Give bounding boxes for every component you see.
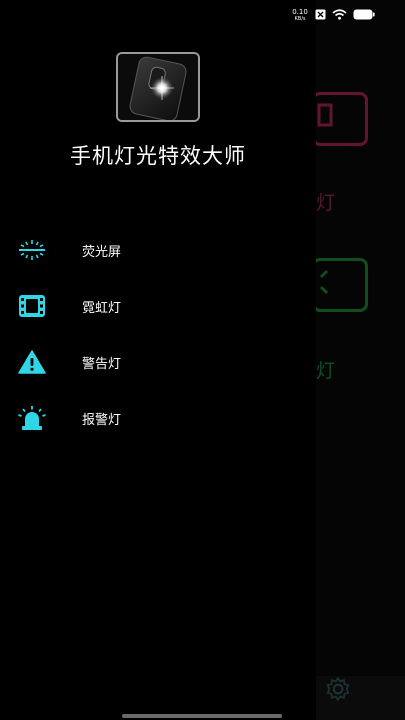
menu-label-glow-screen: 荧光屏	[82, 244, 122, 260]
home-indicator[interactable]	[122, 714, 282, 718]
battery-icon	[353, 5, 375, 24]
warning-icon	[17, 349, 47, 375]
film-icon	[17, 293, 47, 319]
net-speed: 0.10 KB/s	[291, 8, 309, 22]
status-bar: 0.10 KB/s	[0, 0, 405, 26]
menu-label-alarm-light: 报警灯	[82, 412, 122, 428]
menu-item-alarm-light[interactable]: 报警灯	[0, 390, 316, 446]
menu-item-neon-light[interactable]: 霓虹灯	[0, 278, 316, 334]
menu-item-warning-light[interactable]: 警告灯	[0, 334, 316, 390]
app-title: 手机灯光特效大师	[70, 144, 246, 168]
net-speed-unit: KB/s	[294, 15, 306, 22]
menu-label-warning-light: 警告灯	[82, 356, 122, 372]
menu-label-neon-light: 霓虹灯	[82, 300, 122, 316]
net-speed-value: 0.10	[292, 7, 308, 16]
menu-item-glow-screen[interactable]: 荧光屏	[0, 222, 316, 278]
navigation-drawer: 手机灯光特效大师 荧光屏 霓虹灯 警告灯 报警灯	[0, 0, 316, 720]
alarm-light-icon	[17, 405, 47, 431]
wifi-icon	[332, 5, 347, 24]
flashlight-phone-icon	[116, 52, 200, 122]
drawer-menu: 荧光屏 霓虹灯 警告灯 报警灯	[0, 222, 316, 446]
data-icon	[315, 5, 326, 24]
glow-screen-icon	[17, 237, 47, 263]
